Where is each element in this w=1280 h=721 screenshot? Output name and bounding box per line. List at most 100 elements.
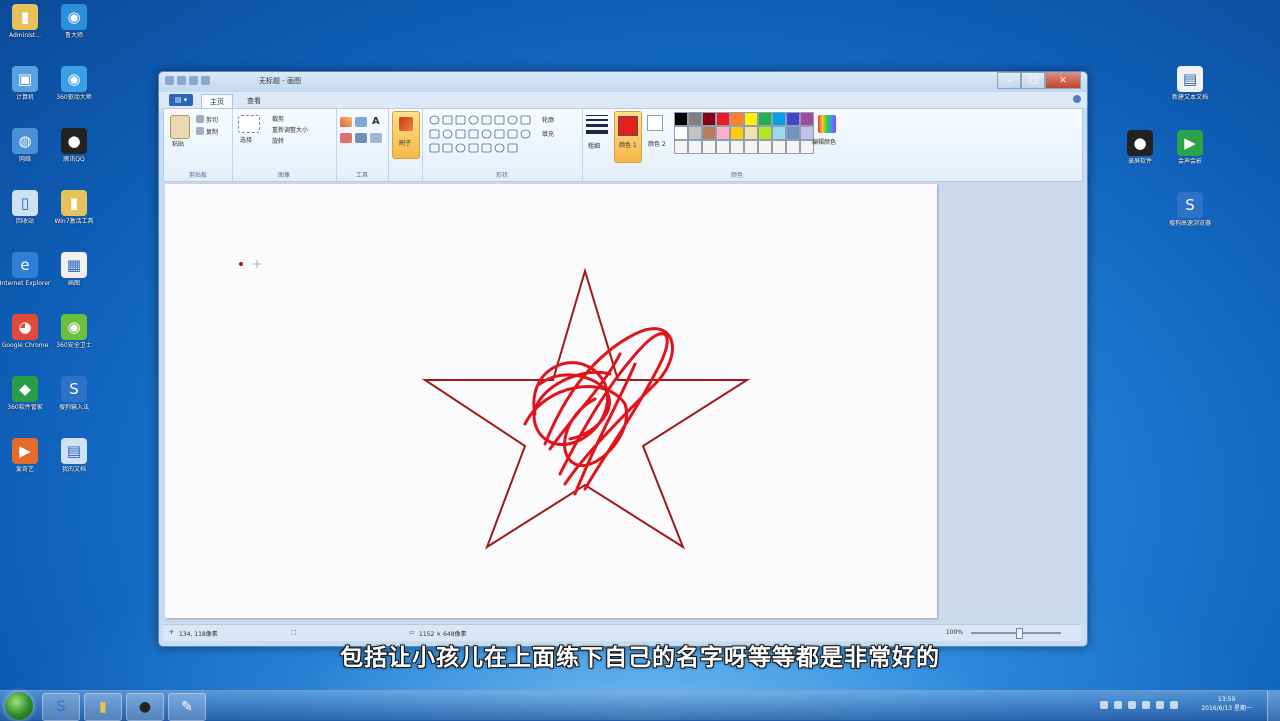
clock[interactable]: 13:59 2016/6/13 星期一 [1201, 695, 1252, 713]
desktop-icon[interactable]: ● 腾讯QQ [48, 128, 100, 163]
desktop-icon[interactable]: ◉ 鲁大师 [48, 4, 100, 39]
taskbar-button[interactable]: S [42, 693, 80, 721]
show-desktop-button[interactable] [1267, 691, 1280, 721]
shape-curve-icon[interactable] [442, 115, 453, 125]
palette-swatch[interactable] [674, 112, 688, 126]
desktop-icon[interactable]: ◕ Google Chrome [0, 314, 51, 349]
shape-line-icon[interactable] [429, 115, 440, 125]
taskbar-button[interactable]: ▮ [84, 693, 122, 721]
shape-rectangle-icon[interactable] [468, 115, 479, 125]
desktop-icon[interactable]: ◉ 360安全卫士 [48, 314, 100, 349]
outline-button[interactable]: 轮廓 [542, 115, 554, 124]
shape-diamond-icon[interactable] [429, 129, 440, 139]
shape-hexagon-icon[interactable] [455, 129, 466, 139]
palette-swatch[interactable] [702, 140, 716, 154]
edit-colors-icon[interactable] [818, 115, 836, 133]
shape-callout-rect-icon[interactable] [455, 143, 466, 153]
palette-swatch[interactable] [716, 140, 730, 154]
palette-swatch[interactable] [772, 112, 786, 126]
shape-rounded-rectangle-icon[interactable] [481, 115, 492, 125]
palette-swatch[interactable] [688, 126, 702, 140]
paste-label[interactable]: 粘贴 [172, 139, 184, 148]
fill-button[interactable]: 填充 [542, 129, 554, 138]
copy-label[interactable]: 复制 [206, 127, 218, 136]
palette-swatch[interactable] [786, 126, 800, 140]
resize-button[interactable]: 重新调整大小 [272, 125, 308, 134]
desktop-icon[interactable]: S 搜狗输入法 [48, 376, 100, 411]
desktop-icon[interactable]: ◉ 360驱动大师 [48, 66, 100, 101]
taskbar-button[interactable]: ✎ [168, 693, 206, 721]
palette-swatch[interactable] [744, 126, 758, 140]
desktop-icon[interactable]: ▶ 会声会影 [1164, 130, 1216, 165]
tray-icon[interactable] [1100, 701, 1108, 709]
title-bar[interactable]: 无标题 - 画图 – □ ✕ [159, 72, 1087, 92]
save-icon[interactable] [177, 76, 186, 85]
edit-colors-label[interactable]: 编辑颜色 [812, 137, 836, 146]
shape-oval-icon[interactable] [455, 115, 466, 125]
palette-swatch[interactable] [744, 112, 758, 126]
copy-icon[interactable] [196, 127, 204, 135]
palette-swatch[interactable] [758, 112, 772, 126]
shape-callout-oval-icon[interactable] [468, 143, 479, 153]
palette-swatch[interactable] [786, 140, 800, 154]
palette-swatch[interactable] [744, 140, 758, 154]
palette-swatch[interactable] [772, 140, 786, 154]
palette-swatch[interactable] [786, 112, 800, 126]
desktop-icon[interactable]: ◆ 360软件管家 [0, 376, 51, 411]
paint-app-icon[interactable] [165, 76, 174, 85]
select-icon[interactable] [238, 115, 260, 133]
help-icon[interactable] [1073, 95, 1081, 103]
desktop-icon[interactable]: ▣ 计算机 [0, 66, 51, 101]
palette-swatch[interactable] [730, 112, 744, 126]
palette-swatch[interactable] [674, 140, 688, 154]
magnifier-icon[interactable] [370, 133, 382, 143]
palette-swatch[interactable] [758, 126, 772, 140]
brushes-button[interactable]: 刷子 [392, 111, 420, 159]
desktop-icon[interactable]: ▯ 回收站 [0, 190, 51, 225]
maximize-button[interactable]: □ [1021, 72, 1045, 89]
undo-icon[interactable] [189, 76, 198, 85]
color-picker-icon[interactable] [355, 133, 367, 143]
palette-swatch[interactable] [800, 112, 814, 126]
minimize-button[interactable]: – [997, 72, 1021, 89]
paint-menu-button[interactable]: ▤ ▾ [169, 94, 193, 106]
shape-right-arrow-icon[interactable] [468, 129, 479, 139]
drawing-canvas[interactable] [165, 184, 937, 618]
start-button[interactable] [5, 692, 33, 720]
shape-lightning-icon[interactable] [507, 143, 518, 153]
crop-button[interactable]: 裁剪 [272, 114, 284, 123]
taskbar-button[interactable]: ● [126, 693, 164, 721]
palette-swatch[interactable] [716, 112, 730, 126]
size-icon[interactable] [586, 115, 608, 134]
desktop-icon[interactable]: ▤ 我的文档 [48, 438, 100, 473]
palette-swatch[interactable] [702, 112, 716, 126]
palette-swatch[interactable] [702, 126, 716, 140]
desktop-icon[interactable]: ▮ Administ... [0, 4, 51, 39]
desktop-icon[interactable]: ▮ Win7激活工具 [48, 190, 100, 225]
eraser-icon[interactable] [340, 133, 352, 143]
palette-swatch[interactable] [758, 140, 772, 154]
shape-left-arrow-icon[interactable] [481, 129, 492, 139]
tab-home[interactable]: 主页 [201, 94, 233, 109]
desktop-icon[interactable]: ▤ 新建文本文档 [1164, 66, 1216, 101]
shape-callout-cloud-icon[interactable] [481, 143, 492, 153]
palette-swatch[interactable] [688, 112, 702, 126]
paste-icon[interactable] [170, 115, 190, 139]
cut-label[interactable]: 剪切 [206, 115, 218, 124]
desktop-icon[interactable]: e Internet Explorer [0, 252, 51, 287]
palette-swatch[interactable] [674, 126, 688, 140]
network-tray-icon[interactable] [1142, 701, 1150, 709]
palette-swatch[interactable] [730, 126, 744, 140]
language-tray-icon[interactable] [1170, 701, 1178, 709]
redo-icon[interactable] [201, 76, 210, 85]
color1-button[interactable]: 颜色 1 [614, 111, 642, 163]
shapes-gallery[interactable] [428, 113, 538, 159]
shape-heart-icon[interactable] [494, 143, 505, 153]
shape-five-point-star-icon[interactable] [429, 143, 440, 153]
desktop-icon[interactable]: ◍ 网络 [0, 128, 51, 163]
size-label[interactable]: 粗细 [588, 141, 600, 150]
cut-icon[interactable] [196, 115, 204, 123]
color2-button[interactable]: 颜色 2 [644, 111, 666, 161]
palette-swatch[interactable] [772, 126, 786, 140]
shape-triangle-icon[interactable] [507, 115, 518, 125]
